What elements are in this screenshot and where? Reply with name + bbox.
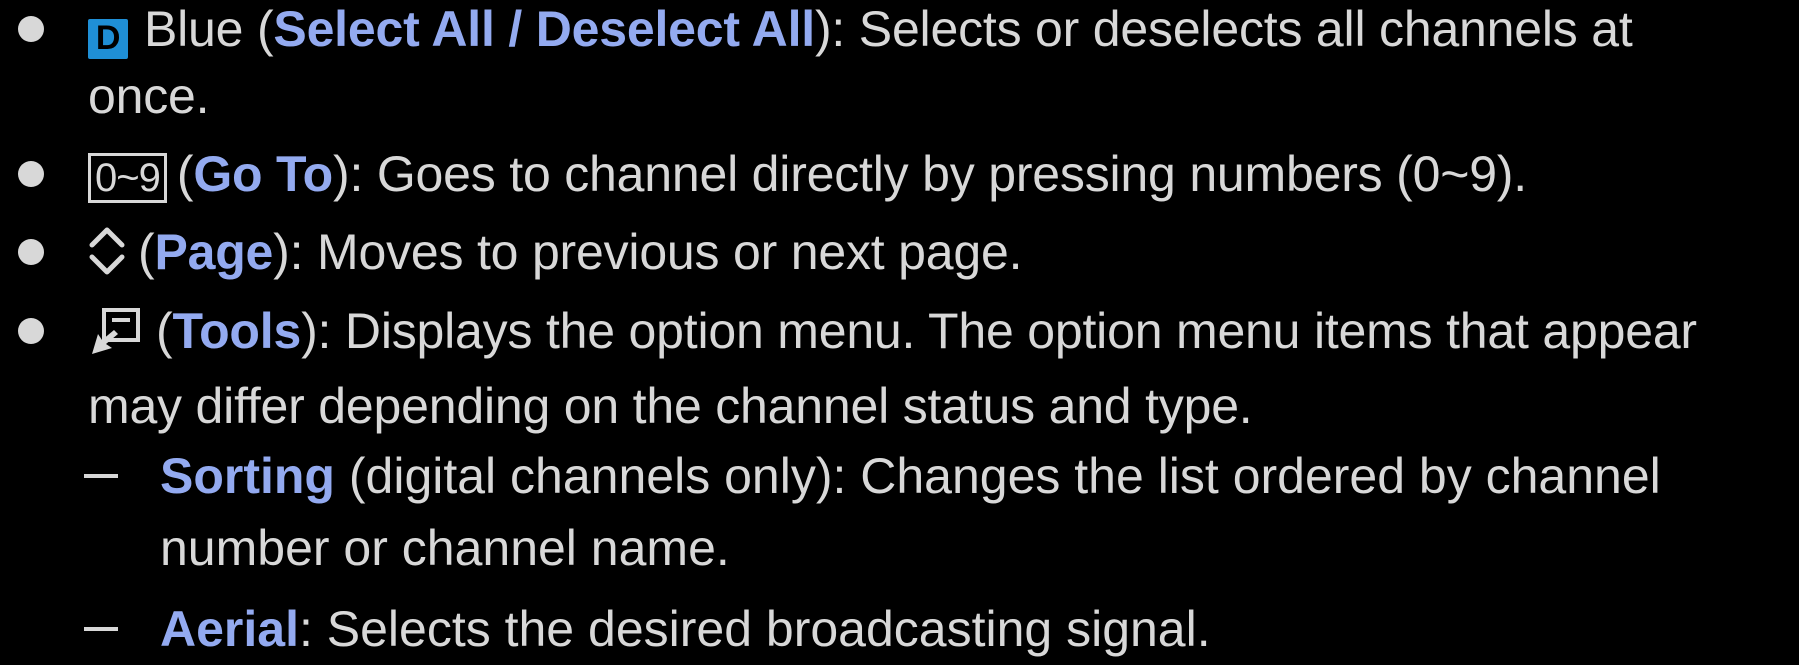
subitem-description: : Selects the desired broadcasting signa…: [298, 601, 1211, 657]
item-description: ): Goes to channel directly by pressing …: [333, 146, 1527, 202]
item-prefix: (: [156, 303, 173, 359]
bullet-item-tools: (Tools): Displays the option menu. The o…: [18, 298, 1778, 440]
number-keys-icon: 0~9: [88, 153, 167, 203]
item-prefix: Blue (: [144, 1, 274, 57]
item-keyword: Page: [154, 224, 274, 280]
bullet-item-page: (Page): Moves to previous or next page.: [18, 219, 1778, 294]
subitem-sorting: Sorting (digital channels only): Changes…: [84, 440, 1770, 584]
item-description: ): Moves to previous or next page.: [273, 224, 1023, 280]
manual-page: D Blue (Select All / Deselect All): Selec…: [0, 0, 1799, 660]
bullet-item-select-all: D Blue (Select All / Deselect All): Selec…: [18, 0, 1778, 130]
bullet-dot: [18, 318, 44, 344]
item-prefix: (: [176, 146, 194, 202]
bullet-dot: [18, 239, 44, 265]
dash-marker: [84, 474, 118, 478]
subitem-keyword: Aerial: [160, 601, 299, 657]
subitem-description: (digital channels only): Changes the lis…: [334, 448, 1661, 504]
item-description: ): Selects or deselects all channels at: [814, 1, 1633, 57]
subitem-keyword: Sorting: [160, 448, 335, 504]
dash-marker: [84, 627, 118, 631]
bullet-dot: [18, 161, 44, 187]
subitem-description-continued: number or channel name.: [160, 520, 730, 576]
subitem-aerial: Aerial: Selects the desired broadcasting…: [84, 593, 1770, 665]
page-up-down-icon: [88, 225, 126, 294]
item-description-continued: may differ depending on the channel stat…: [88, 378, 1253, 434]
item-prefix: (: [138, 224, 155, 280]
blue-d-button-icon: D: [88, 19, 128, 59]
item-keyword: Tools: [172, 303, 302, 359]
item-keyword: Select All / Deselect All: [273, 1, 815, 57]
item-description-continued: once.: [88, 68, 210, 124]
item-keyword: Go To: [193, 146, 334, 202]
bullet-dot: [18, 16, 44, 42]
tools-icon: [88, 306, 144, 373]
bullet-item-go-to: 0~9 (Go To): Goes to channel directly by …: [18, 141, 1778, 208]
item-description: ): Displays the option menu. The option …: [301, 303, 1697, 359]
